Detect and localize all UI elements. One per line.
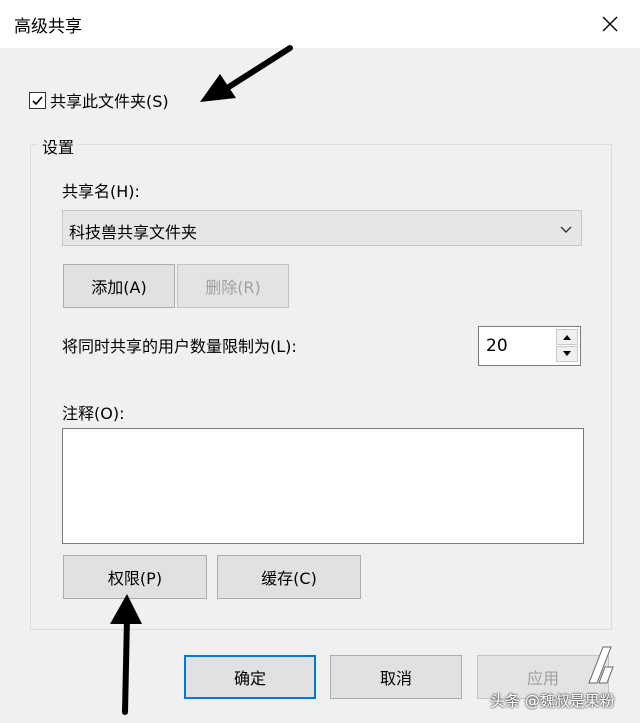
share-folder-checkbox[interactable] (29, 91, 46, 109)
share-name-combobox[interactable]: 科技兽共享文件夹 (62, 210, 582, 246)
user-limit-value: 20 (486, 336, 508, 356)
close-icon (602, 16, 618, 32)
cancel-button[interactable]: 取消 (330, 655, 462, 699)
user-limit-spinner[interactable]: 20 (478, 326, 581, 366)
spin-down-button[interactable] (556, 346, 578, 362)
watermark-logo-icon (588, 646, 614, 684)
triangle-down-icon (563, 351, 571, 356)
comment-textarea[interactable] (62, 428, 584, 544)
remove-button: 删除(R) (177, 264, 289, 308)
chevron-down-icon (559, 221, 573, 240)
checkmark-icon (32, 95, 43, 105)
settings-group-label: 设置 (38, 134, 79, 158)
comment-label: 注释(O): (62, 404, 125, 423)
triangle-up-icon (563, 335, 571, 340)
add-button[interactable]: 添加(A) (63, 264, 175, 308)
user-limit-label: 将同时共享的用户数量限制为(L): (62, 337, 297, 356)
caching-button[interactable]: 缓存(C) (217, 555, 361, 599)
share-folder-checkbox-row[interactable]: 共享此文件夹(S) (29, 88, 169, 112)
title-bar: 高级共享 (0, 0, 640, 48)
share-name-label: 共享名(H): (62, 182, 140, 201)
annotation-arrow-icon (200, 45, 293, 102)
ok-button[interactable]: 确定 (184, 655, 316, 699)
close-button[interactable] (590, 6, 630, 42)
spin-up-button[interactable] (556, 329, 578, 345)
watermark-text: 头条 @魏叔是果粉 (490, 692, 615, 710)
share-folder-label: 共享此文件夹(S) (50, 92, 169, 111)
annotation-arrow-icon (110, 594, 142, 715)
window-title: 高级共享 (14, 17, 82, 37)
share-name-value: 科技兽共享文件夹 (69, 223, 198, 242)
spinner-buttons (556, 329, 578, 363)
